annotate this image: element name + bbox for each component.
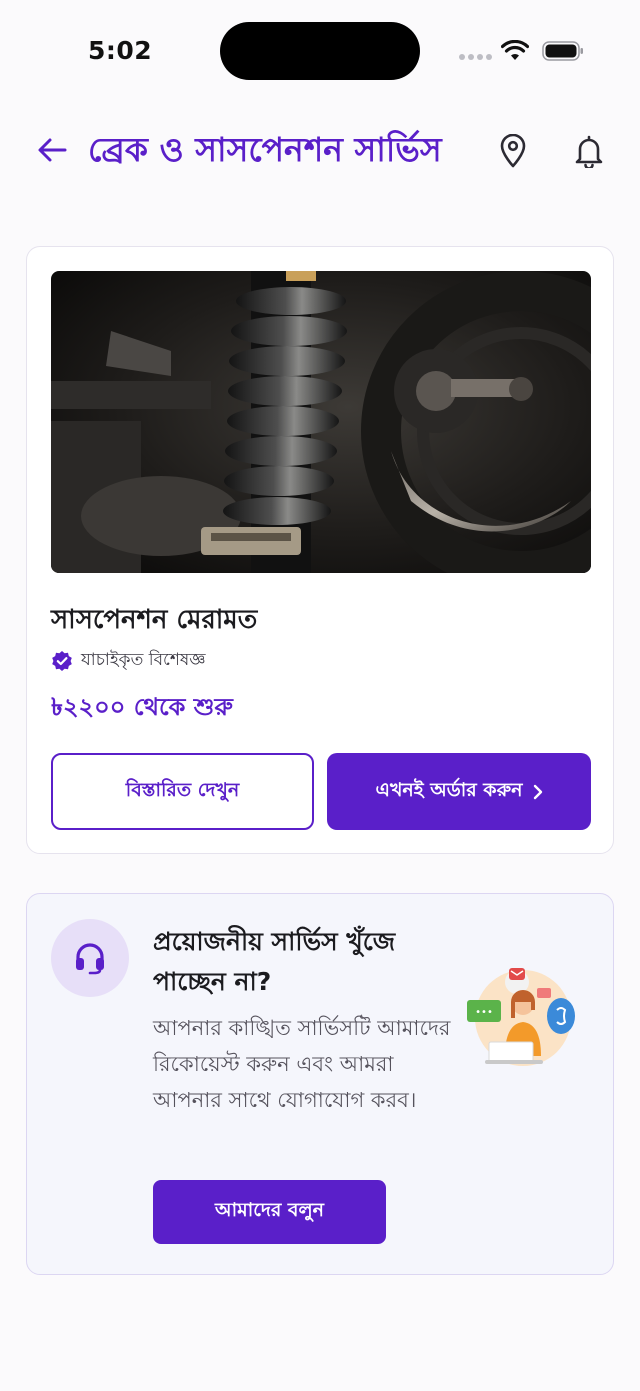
back-arrow-icon	[38, 138, 67, 162]
order-now-button[interactable]: এখনই অর্ডার করুন	[327, 753, 591, 830]
verified-badge-icon	[52, 651, 72, 671]
tell-us-button[interactable]: আমাদের বলুন	[153, 1180, 386, 1244]
customer-support-illustration: •••	[467, 968, 575, 1066]
verified-badge: যাচাইকৃত বিশেষজ্ঞ	[51, 647, 206, 675]
battery-icon	[542, 41, 583, 61]
help-description: আপনার কাঙ্খিত সার্ভিসটি আমাদের রিকোয়েস্…	[153, 1016, 451, 1112]
help-card: প্রয়োজনীয় সার্ভিস খুঁজে পাচ্ছেন না? আপ…	[26, 893, 614, 1275]
order-now-label: এখনই অর্ডার করুন	[375, 778, 523, 801]
chevron-right-icon	[533, 784, 542, 799]
location-button[interactable]	[496, 132, 530, 170]
app-header: ব্রেক ও সাসপেনশন সার্ভিস	[0, 120, 640, 184]
price-text: ৳২২০০ থেকে শুরু	[51, 693, 233, 721]
suspension-photo	[51, 271, 591, 573]
headset-icon	[76, 943, 104, 975]
status-time: 5:02	[88, 36, 153, 65]
wifi-icon	[501, 40, 529, 60]
back-button[interactable]	[32, 130, 72, 170]
tell-us-label: আমাদের বলুন	[215, 1199, 324, 1221]
support-icon-badge	[51, 919, 129, 997]
service-card[interactable]: সাসপেনশন মেরামত যাচাইকৃত বিশেষজ্ঞ ৳২২০০ …	[26, 246, 614, 854]
view-details-label: বিস্তারিত দেখুন	[125, 778, 240, 801]
signal-icon	[459, 54, 492, 60]
verified-label: যাচাইকৃত বিশেষজ্ঞ	[81, 650, 206, 670]
location-pin-icon	[500, 134, 526, 168]
view-details-button[interactable]: বিস্তারিত দেখুন	[51, 753, 314, 830]
dynamic-island	[220, 22, 420, 80]
notification-button[interactable]	[572, 132, 606, 170]
svg-text:•••: •••	[475, 1007, 493, 1018]
bell-icon	[575, 135, 603, 168]
help-title: প্রয়োজনীয় সার্ভিস খুঁজে পাচ্ছেন না?	[153, 927, 396, 996]
page-title: ব্রেক ও সাসপেনশন সার্ভিস	[88, 130, 442, 169]
service-name: সাসপেনশন মেরামত	[51, 605, 258, 635]
status-bar: 5:02	[0, 0, 640, 104]
